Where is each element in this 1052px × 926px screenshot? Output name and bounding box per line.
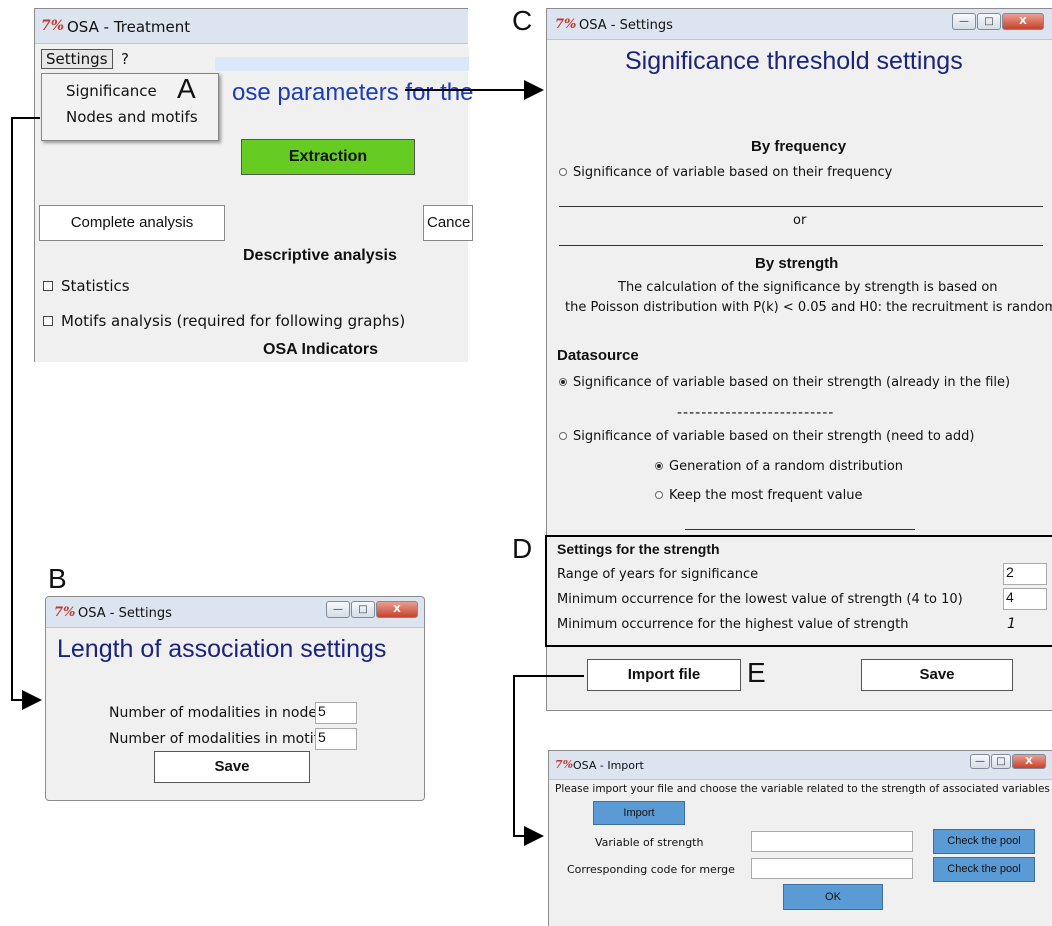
arrow-nodes-to-b: [11, 117, 42, 710]
arrow-e-to-import: [513, 675, 584, 846]
connector-arrows: [11, 80, 584, 846]
